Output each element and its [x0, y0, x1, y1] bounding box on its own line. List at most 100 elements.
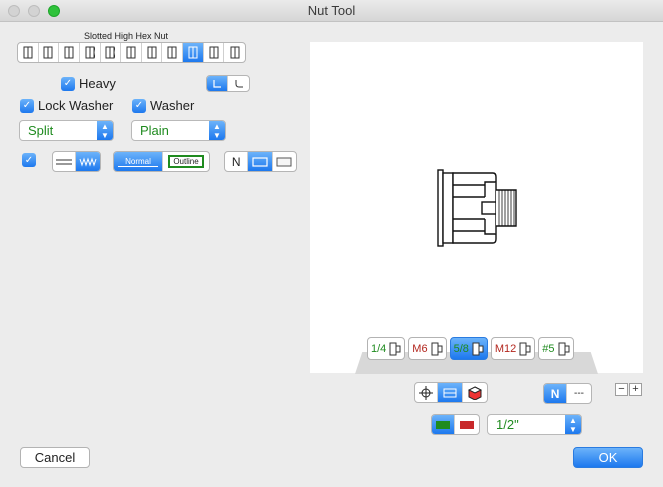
checkmark-icon: ✓: [61, 76, 75, 91]
round-corner-icon: [235, 79, 243, 87]
double-line-icon: [56, 159, 73, 164]
thread-checkbox[interactable]: ✓: [22, 153, 36, 167]
nut-style-6-option[interactable]: [121, 43, 142, 62]
crosshair-option[interactable]: [415, 383, 439, 402]
nut-profile-icon: [43, 46, 53, 59]
outline-line-option[interactable]: Outline: [163, 152, 209, 171]
square-corner-icon: [213, 79, 221, 88]
thread-plain-option[interactable]: [53, 152, 77, 171]
size-option[interactable]: 5/8: [449, 337, 488, 360]
checkmark-icon: ✓: [20, 98, 34, 113]
nut-size-icon: [558, 342, 570, 355]
nut-profile-icon: [126, 46, 136, 59]
chevron-updown-icon: ▲ ▼: [209, 121, 225, 140]
window-title: Nut Tool: [307, 3, 356, 18]
nut-size-icon: [519, 342, 531, 355]
size-popup-value: 1/2": [496, 417, 519, 432]
lock-washer-checkbox[interactable]: ✓ Lock Washer: [20, 98, 113, 113]
nut-style-5-option[interactable]: [101, 43, 122, 62]
nut-preview-canvas: [310, 42, 643, 373]
size-label: #5: [542, 342, 555, 355]
nut-profile-icon: [105, 46, 116, 59]
side-view-icon: [443, 388, 457, 397]
nut-type-label: Slotted High Hex Nut: [84, 31, 169, 41]
checkmark-icon: ✓: [132, 98, 146, 113]
nut-style-11-option[interactable]: [224, 43, 245, 62]
color-toggle[interactable]: [431, 414, 480, 435]
size-label: 1/4: [371, 342, 387, 355]
nut-type-selector[interactable]: [17, 42, 246, 63]
corner-style-toggle[interactable]: [206, 75, 250, 92]
size-option[interactable]: 1/4: [367, 337, 406, 360]
washer-checkbox[interactable]: ✓ Washer: [132, 98, 194, 113]
drawing-mode-toggle[interactable]: [414, 382, 488, 403]
nut-profile-icon: [147, 46, 157, 59]
washer-type-value: Plain: [140, 123, 169, 138]
lock-washer-type-popup[interactable]: Split ▲ ▼: [19, 120, 114, 141]
zoom-out-button[interactable]: −: [615, 383, 628, 396]
thread-detailed-option[interactable]: [76, 152, 100, 171]
size-label: 5/8: [453, 342, 469, 355]
lock-washer-type-value: Split: [28, 123, 54, 138]
normal-line-option[interactable]: Normal: [114, 152, 163, 171]
view-empty-option[interactable]: [273, 152, 296, 171]
size-selector[interactable]: 1/4 M6 5/8 M12 #5: [367, 337, 574, 360]
rectangle-icon: [276, 157, 292, 166]
view-filled-option[interactable]: [248, 152, 273, 171]
green-color-option[interactable]: [432, 415, 456, 434]
square-corner-option[interactable]: [207, 76, 229, 91]
heavy-label: Heavy: [79, 76, 116, 91]
size-option[interactable]: M6: [408, 337, 447, 360]
washer-type-popup[interactable]: Plain ▲ ▼: [131, 120, 226, 141]
title-bar: Nut Tool: [0, 0, 663, 22]
nut-profile-icon: [85, 46, 95, 59]
3d-view-option[interactable]: [463, 383, 487, 402]
nut-profile-icon: [167, 46, 177, 59]
nut-style-2-option[interactable]: [39, 43, 60, 62]
size-label: M6: [412, 342, 428, 355]
chevron-updown-icon: ▲ ▼: [97, 121, 113, 140]
chevron-updown-icon: ▲ ▼: [565, 415, 581, 434]
size-popup[interactable]: 1/2" ▲ ▼: [487, 414, 582, 435]
nut-style-8-option[interactable]: [162, 43, 184, 62]
dimension-n-option[interactable]: N: [544, 384, 568, 403]
crosshair-icon: [419, 385, 434, 400]
lock-washer-label: Lock Washer: [38, 98, 114, 113]
nut-style-3-option[interactable]: [59, 43, 80, 62]
thread-style-toggle[interactable]: [52, 151, 101, 172]
ok-button[interactable]: OK: [573, 447, 643, 468]
view-mode-toggle[interactable]: N: [224, 151, 297, 172]
view-n-option[interactable]: N: [225, 152, 249, 171]
nut-style-4-option[interactable]: [80, 43, 101, 62]
line-style-toggle[interactable]: Normal Outline: [113, 151, 210, 172]
outline-line-label: Outline: [168, 155, 204, 168]
zoom-in-button[interactable]: +: [629, 383, 642, 396]
normal-line-label: Normal: [125, 156, 151, 166]
red-swatch: [460, 420, 475, 429]
checkmark-icon: ✓: [22, 153, 36, 167]
zigzag-thread-icon: [79, 156, 97, 167]
heavy-checkbox[interactable]: ✓ Heavy: [61, 76, 116, 91]
nut-profile-icon: [64, 46, 74, 59]
side-view-option[interactable]: [438, 383, 463, 402]
cancel-button[interactable]: Cancel: [20, 447, 90, 468]
nut-style-9-option[interactable]: [183, 43, 204, 62]
slotted-hex-nut-drawing: [437, 169, 517, 247]
rectangle-icon: [252, 156, 268, 167]
nut-style-7-option[interactable]: [142, 43, 163, 62]
nut-profile-icon: [23, 46, 33, 59]
size-option[interactable]: #5: [538, 337, 574, 360]
nut-style-10-option[interactable]: [204, 43, 225, 62]
nut-profile-icon: [230, 46, 240, 59]
normal-line-sample: [117, 165, 158, 167]
dimension-dashed-option[interactable]: ---: [567, 384, 591, 403]
size-option[interactable]: M12: [490, 337, 536, 360]
nut-style-1-option[interactable]: [18, 43, 39, 62]
red-color-option[interactable]: [455, 415, 479, 434]
nut-size-icon: [431, 342, 443, 355]
size-label: M12: [494, 342, 517, 355]
round-corner-option[interactable]: [228, 76, 249, 91]
dimension-style-toggle[interactable]: N ---: [543, 383, 592, 404]
nut-size-icon: [472, 342, 484, 355]
cube-icon: [467, 385, 482, 400]
